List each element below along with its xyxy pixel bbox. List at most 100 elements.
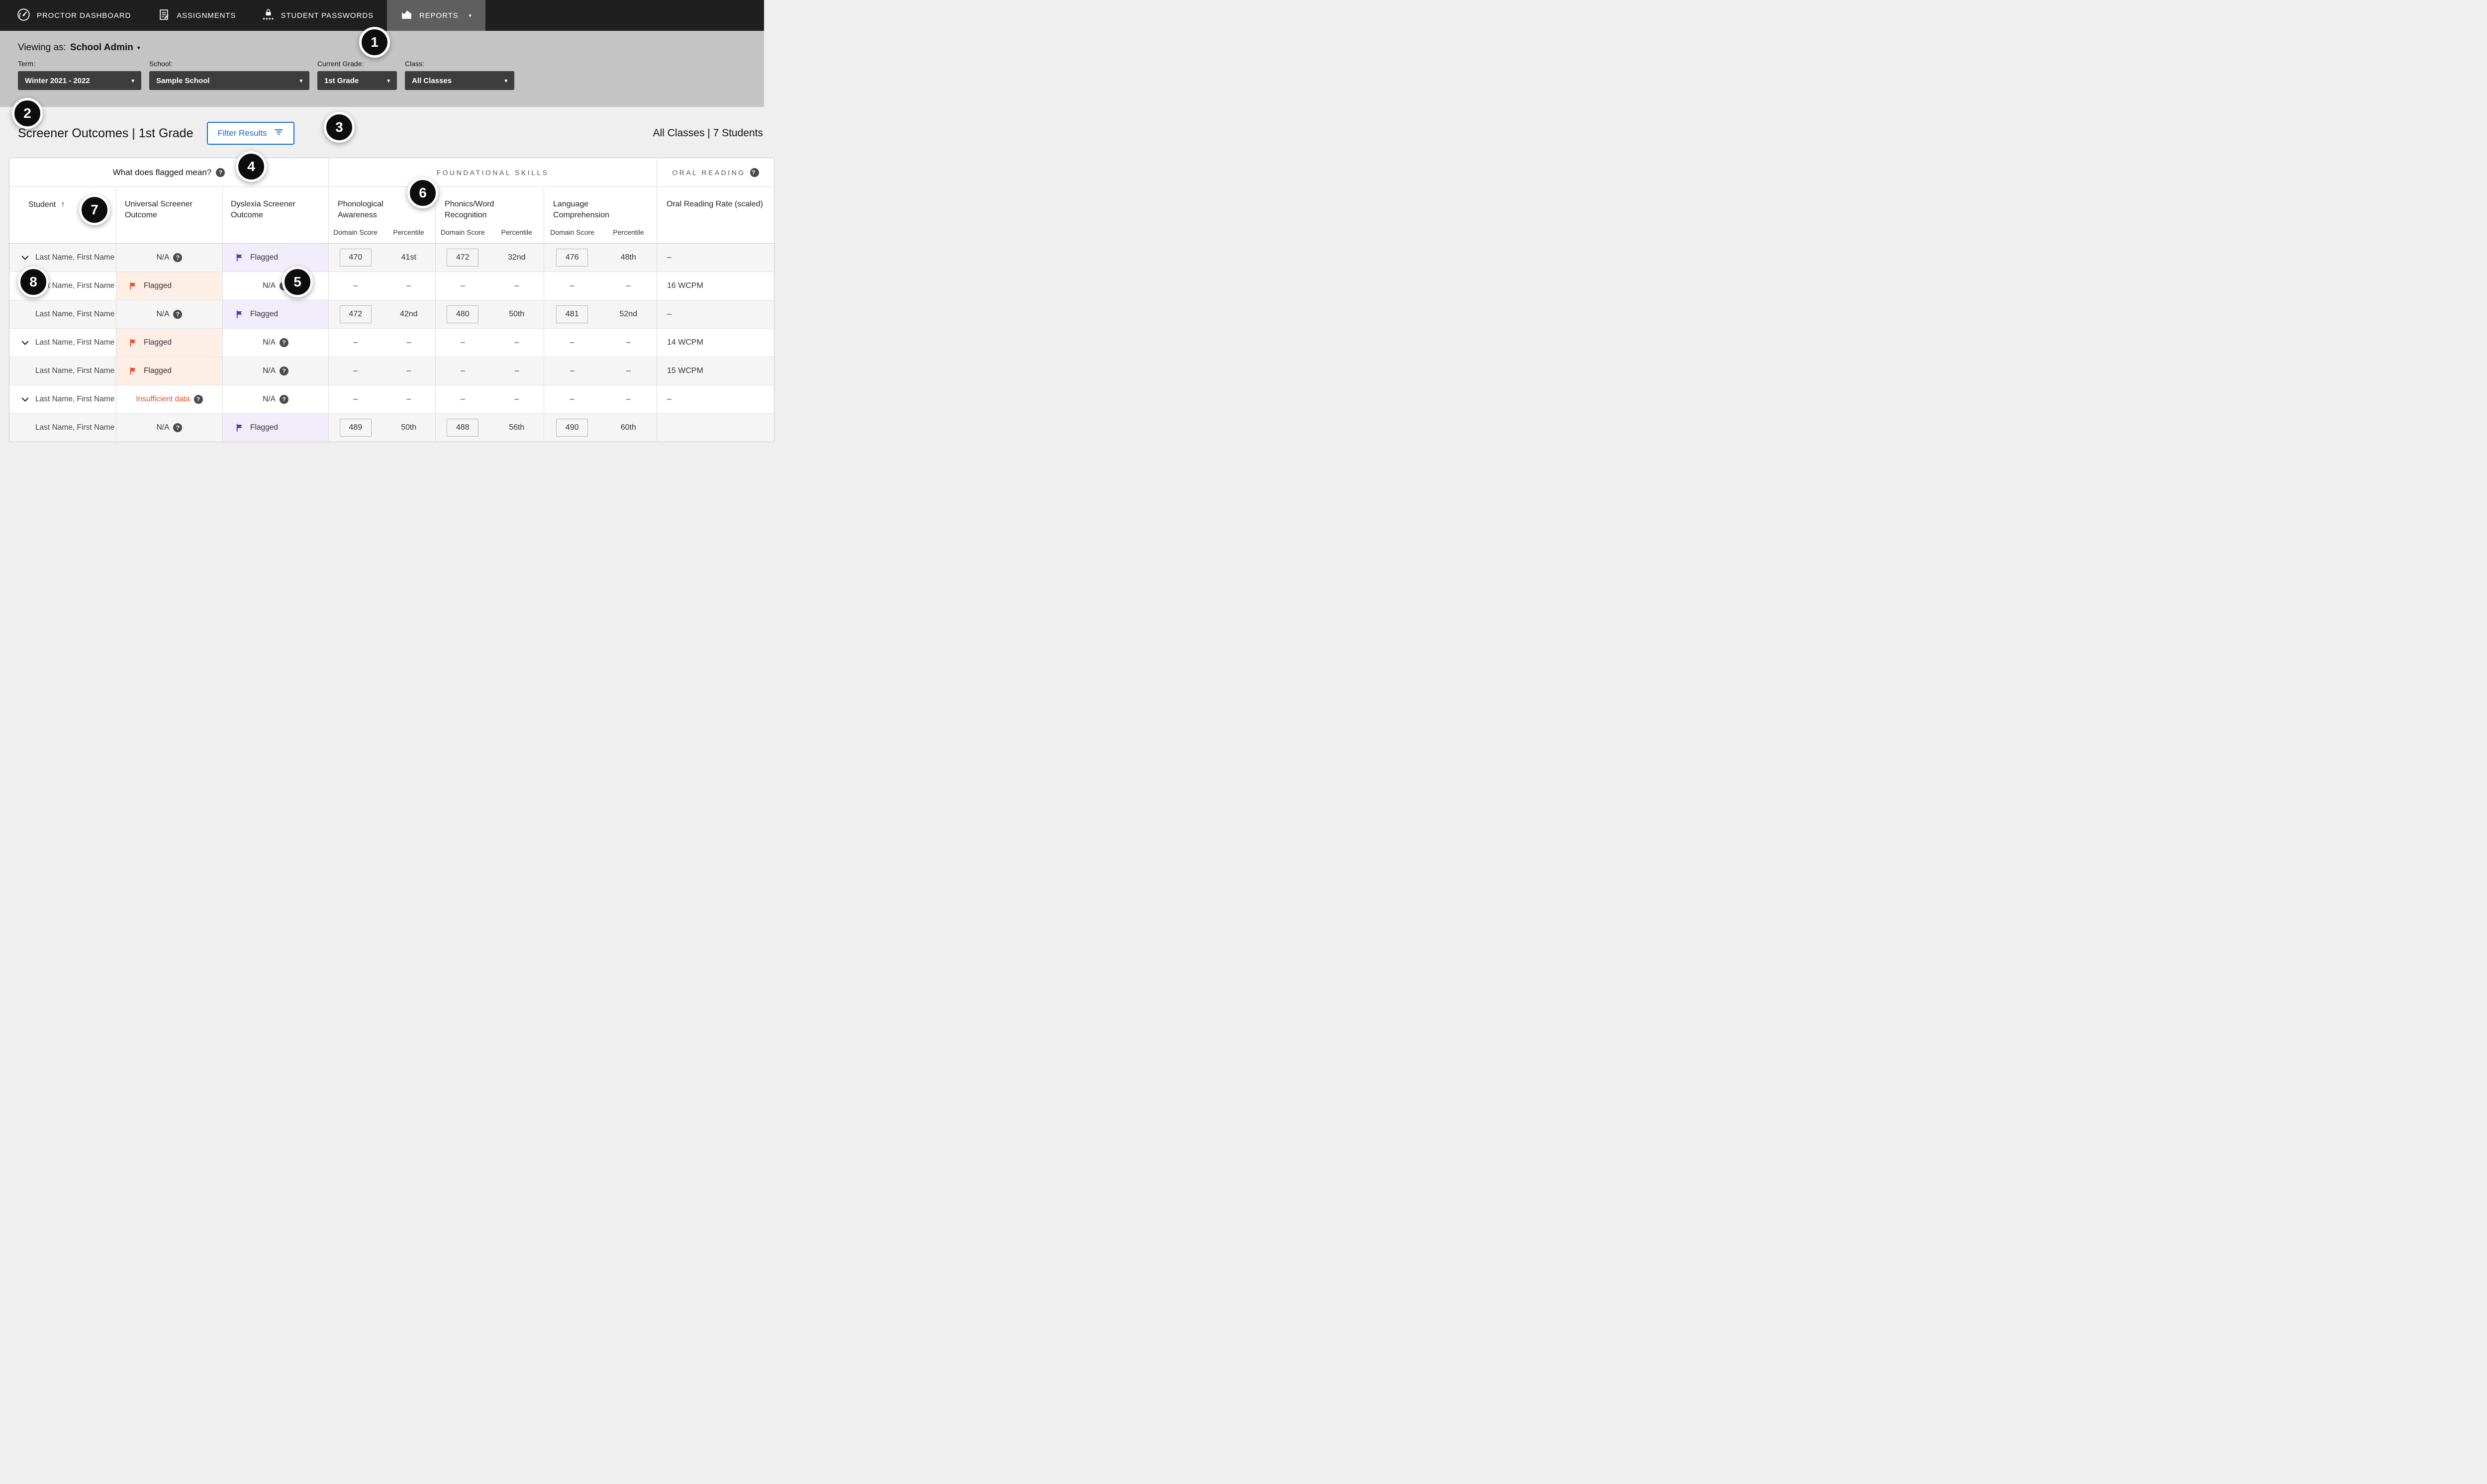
percentile-label: Percentile bbox=[382, 228, 435, 237]
domain-score: – bbox=[544, 385, 600, 414]
nav-reports[interactable]: REPORTS ▾ bbox=[387, 0, 485, 31]
oral-reading-value: 14 WCPM bbox=[657, 329, 774, 357]
percentile-value: – bbox=[383, 329, 436, 357]
percentile-value: 32nd bbox=[490, 244, 544, 272]
chevron-down-icon: ▾ bbox=[387, 78, 390, 84]
percentile-value: – bbox=[600, 385, 657, 414]
help-icon[interactable]: ? bbox=[750, 168, 759, 177]
flagged-label: Flagged bbox=[250, 423, 278, 432]
expand-chevron-icon[interactable] bbox=[19, 339, 30, 347]
student-column-label: Student bbox=[28, 199, 56, 210]
viewing-as-value: School Admin bbox=[70, 42, 133, 53]
help-icon[interactable]: ? bbox=[173, 423, 182, 432]
sort-ascending-icon: ↑ bbox=[61, 199, 65, 210]
flagged-label: Flagged bbox=[250, 253, 278, 262]
oral-reading-value: – bbox=[657, 385, 774, 414]
flagged-question-text: What does flagged mean? bbox=[113, 168, 211, 178]
expand-chevron-icon[interactable] bbox=[19, 254, 30, 262]
screener-outcomes-table: What does flagged mean? ? FOUNDATIONAL S… bbox=[9, 158, 764, 442]
oral-reading-value: 16 WCPM bbox=[657, 272, 774, 300]
nav-assignments[interactable]: ASSIGNMENTS bbox=[144, 0, 249, 31]
nav-student-passwords[interactable]: **** STUDENT PASSWORDS bbox=[249, 0, 387, 31]
help-icon[interactable]: ? bbox=[216, 168, 225, 177]
column-header-language: Language Comprehension Domain Score Perc… bbox=[544, 187, 657, 244]
table-row: Last Name, First Name Flagged N/A ? – – … bbox=[9, 272, 774, 300]
oral-reading-header: ORAL READING ? bbox=[657, 158, 774, 187]
lock-icon: **** bbox=[263, 8, 274, 23]
flagged-label: Flagged bbox=[144, 338, 172, 347]
domain-score-label: Domain Score bbox=[329, 228, 382, 237]
expand-chevron-icon[interactable] bbox=[19, 395, 30, 404]
domain-score: 490 bbox=[556, 419, 588, 437]
percentile-value: – bbox=[600, 272, 657, 300]
domain-score: 472 bbox=[447, 249, 478, 267]
annotation-badge-7: 7 bbox=[79, 194, 110, 225]
domain-score: – bbox=[329, 385, 383, 414]
flag-icon bbox=[235, 253, 244, 262]
table-row: Last Name, First Name Insufficient data … bbox=[9, 385, 774, 414]
insufficient-data-label: Insufficient data bbox=[136, 395, 190, 404]
viewing-as-selector[interactable]: Viewing as: School Admin ▾ bbox=[18, 31, 140, 53]
class-value: All Classes bbox=[412, 77, 452, 85]
student-name: Last Name, First Name bbox=[35, 395, 114, 404]
chevron-down-icon: ▾ bbox=[131, 78, 134, 84]
na-label: N/A bbox=[263, 367, 276, 375]
annotation-badge-5: 5 bbox=[282, 267, 313, 297]
assignments-icon bbox=[158, 8, 170, 23]
chevron-down-icon: ▾ bbox=[299, 78, 302, 84]
domain-score: – bbox=[329, 329, 383, 357]
page-title: Screener Outcomes | 1st Grade bbox=[18, 126, 193, 141]
grade-select[interactable]: 1st Grade ▾ bbox=[317, 71, 397, 90]
grade-value: 1st Grade bbox=[324, 77, 359, 85]
help-icon[interactable]: ? bbox=[194, 395, 203, 404]
oral-reading-value: – bbox=[657, 300, 774, 329]
oral-reading-text: ORAL READING bbox=[672, 169, 745, 177]
na-label: N/A bbox=[263, 338, 276, 347]
percentile-value: – bbox=[383, 272, 436, 300]
term-value: Winter 2021 - 2022 bbox=[25, 77, 90, 85]
nav-proctor-dashboard[interactable]: PROCTOR DASHBOARD bbox=[0, 0, 144, 31]
class-student-summary: All Classes | 7 Students bbox=[653, 127, 764, 139]
class-select[interactable]: All Classes ▾ bbox=[405, 71, 514, 90]
chevron-down-icon: ▾ bbox=[469, 12, 472, 19]
domain-score: 480 bbox=[447, 305, 478, 323]
annotation-badge-6: 6 bbox=[407, 178, 438, 208]
percentile-value: – bbox=[490, 272, 544, 300]
domain-score: 481 bbox=[556, 305, 588, 323]
domain-score-label: Domain Score bbox=[436, 228, 490, 237]
dashboard-gauge-icon bbox=[17, 8, 30, 23]
na-label: N/A bbox=[263, 281, 276, 290]
filter-results-button[interactable]: Filter Results bbox=[207, 122, 294, 145]
help-icon[interactable]: ? bbox=[173, 310, 182, 319]
help-icon[interactable]: ? bbox=[280, 367, 288, 375]
term-select[interactable]: Winter 2021 - 2022 ▾ bbox=[18, 71, 141, 90]
flag-icon bbox=[235, 310, 244, 319]
percentile-value: – bbox=[490, 329, 544, 357]
term-label: Term: bbox=[18, 60, 141, 68]
percentile-label: Percentile bbox=[490, 228, 544, 237]
domain-score: – bbox=[436, 385, 490, 414]
percentile-label: Percentile bbox=[600, 228, 657, 237]
chevron-down-icon: ▾ bbox=[504, 78, 507, 84]
percentile-value: – bbox=[383, 385, 436, 414]
help-icon[interactable]: ? bbox=[280, 338, 288, 347]
na-label: N/A bbox=[157, 310, 170, 319]
nav-label: STUDENT PASSWORDS bbox=[281, 11, 373, 20]
student-name: Last Name, First Name bbox=[35, 338, 114, 347]
percentile-value: 42nd bbox=[383, 300, 436, 329]
help-icon[interactable]: ? bbox=[173, 253, 182, 262]
domain-score-label: Domain Score bbox=[544, 228, 600, 237]
help-icon[interactable]: ? bbox=[280, 395, 288, 404]
student-name: Last Name, First Name bbox=[35, 310, 114, 319]
nav-label: PROCTOR DASHBOARD bbox=[37, 11, 131, 20]
flag-icon bbox=[129, 367, 138, 375]
na-label: N/A bbox=[263, 395, 276, 404]
grade-label: Current Grade: bbox=[317, 60, 397, 68]
chevron-down-icon: ▾ bbox=[137, 44, 140, 51]
domain-score: – bbox=[544, 272, 600, 300]
school-select[interactable]: Sample School ▾ bbox=[149, 71, 309, 90]
student-name: Last Name, First Name bbox=[35, 253, 114, 262]
domain-score: – bbox=[436, 357, 490, 385]
password-stars: **** bbox=[263, 17, 274, 23]
percentile-value: – bbox=[600, 329, 657, 357]
